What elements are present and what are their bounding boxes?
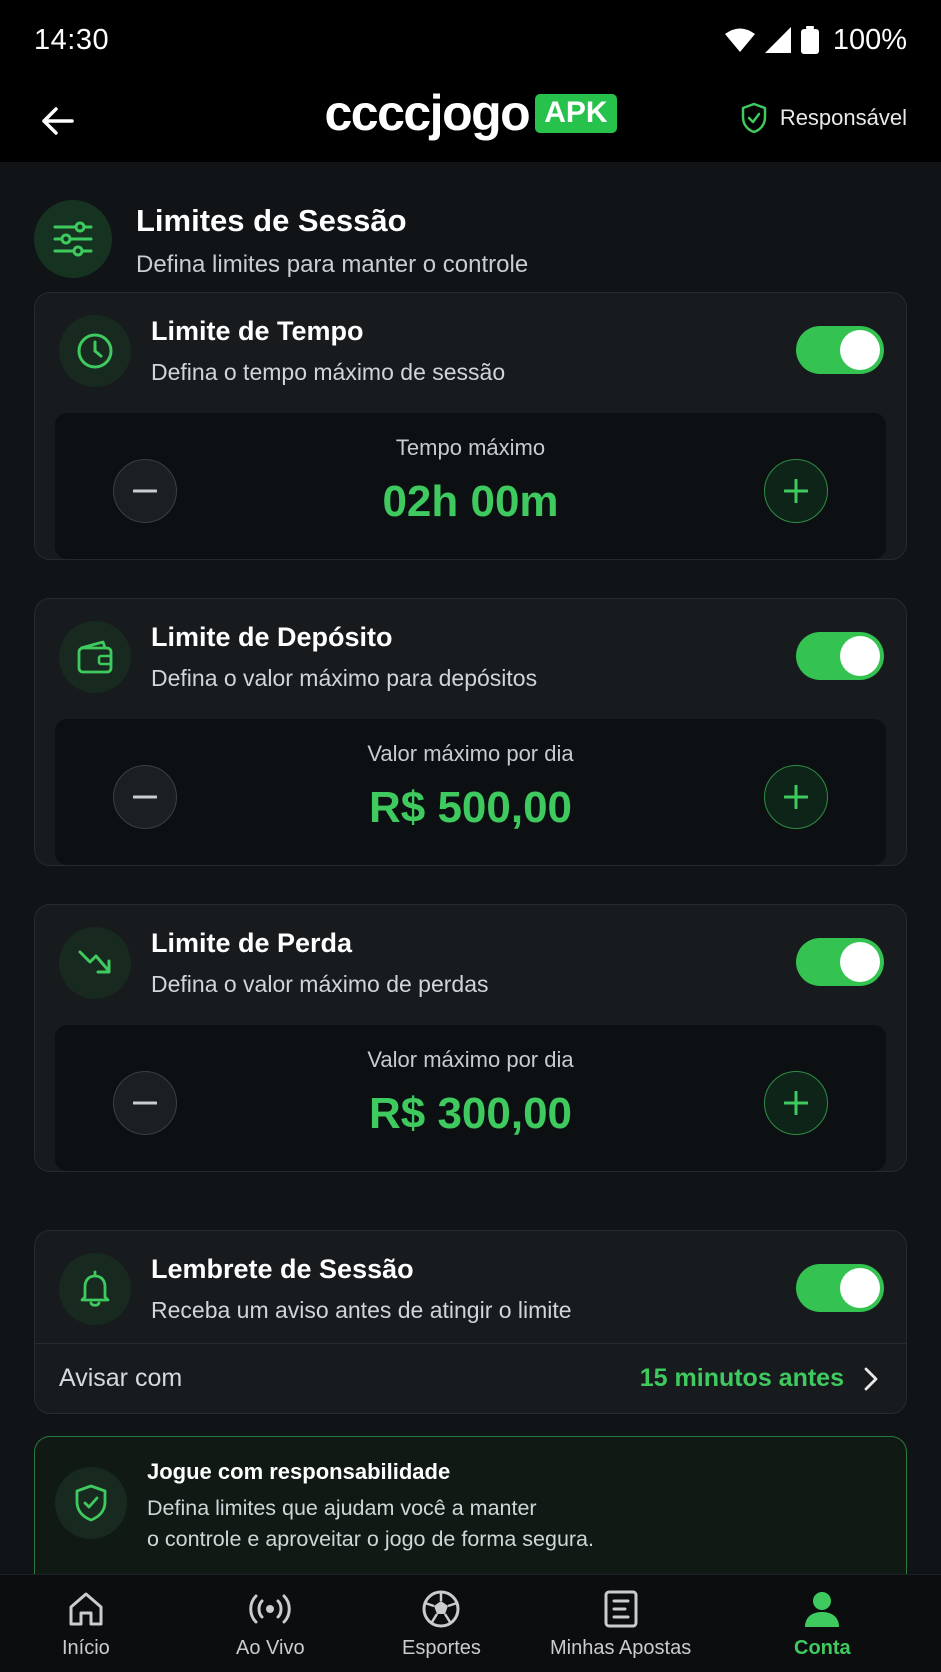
live-icon bbox=[249, 1594, 292, 1624]
deposit-limit-stepper: Valor máximo por dia R$ 500,00 bbox=[55, 719, 886, 865]
loss-limit-icon-wrap bbox=[59, 927, 131, 999]
brand-name: ccccjogo bbox=[324, 85, 530, 141]
minus-icon bbox=[133, 795, 157, 799]
info-line-2: o controle e aproveitar o jogo de forma … bbox=[147, 1527, 594, 1551]
user-icon bbox=[805, 1592, 840, 1627]
loss-limit-title: Limite de Perda bbox=[151, 928, 353, 958]
loss-limit-decrease-button[interactable] bbox=[113, 1071, 177, 1135]
bet-slip-icon bbox=[604, 1590, 638, 1628]
nav-home-label: Início bbox=[62, 1637, 110, 1659]
info-line-1: Defina limites que ajudam você a manter bbox=[147, 1496, 537, 1520]
shield-check-icon bbox=[741, 102, 767, 134]
wifi-icon bbox=[724, 28, 755, 52]
deposit-limit-subtitle: Defina o valor máximo para depósitos bbox=[151, 665, 538, 691]
deposit-limit-toggle[interactable] bbox=[796, 632, 884, 680]
time-limit-subtitle: Defina o tempo máximo de sessão bbox=[151, 359, 506, 385]
info-title: Jogue com responsabilidade bbox=[147, 1459, 451, 1484]
app-header: ccccjogo APK Responsável bbox=[0, 80, 941, 162]
nav-account[interactable]: Conta bbox=[794, 1589, 851, 1660]
info-body: Defina limites que ajudam você a manter … bbox=[147, 1493, 847, 1555]
time-limit-value: 02h 00m bbox=[382, 477, 559, 526]
nav-account-label: Conta bbox=[794, 1637, 851, 1659]
plus-icon bbox=[784, 1091, 808, 1115]
deposit-limit-title: Limite de Depósito bbox=[151, 622, 393, 652]
arrow-left-icon bbox=[42, 107, 74, 135]
status-bar: 14:30 100% bbox=[0, 0, 941, 80]
battery-level: 100% bbox=[832, 23, 907, 56]
home-icon bbox=[69, 1592, 103, 1626]
bell-icon bbox=[80, 1270, 110, 1307]
time-limit-icon-wrap bbox=[59, 315, 131, 387]
loss-limit-stepper-label: Valor máximo por dia bbox=[367, 1047, 574, 1072]
status-time: 14:30 bbox=[34, 23, 110, 56]
reminder-row-value: 15 minutos antes bbox=[639, 1364, 844, 1392]
trending-down-icon bbox=[78, 950, 111, 974]
minus-icon bbox=[133, 1101, 157, 1105]
reminder-toggle[interactable] bbox=[796, 1264, 884, 1312]
deposit-limit-card: Limite de Depósito Defina o valor máximo… bbox=[34, 598, 907, 866]
brand-badge: APK bbox=[535, 93, 617, 133]
responsible-info-card: Jogue com responsabilidade Defina limite… bbox=[34, 1436, 907, 1574]
nav-home[interactable]: Início bbox=[62, 1589, 110, 1660]
section-icon-wrap bbox=[34, 200, 112, 278]
time-limit-card: Limite de Tempo Defina o tempo máximo de… bbox=[34, 292, 907, 560]
minus-icon bbox=[133, 489, 157, 493]
time-limit-title: Limite de Tempo bbox=[151, 316, 364, 346]
time-limit-toggle[interactable] bbox=[796, 326, 884, 374]
deposit-limit-decrease-button[interactable] bbox=[113, 765, 177, 829]
time-limit-decrease-button[interactable] bbox=[113, 459, 177, 523]
loss-limit-toggle[interactable] bbox=[796, 938, 884, 986]
bottom-nav: Início Ao Vivo Esportes Minhas Apostas C… bbox=[0, 1574, 941, 1672]
deposit-limit-stepper-label: Valor máximo por dia bbox=[367, 741, 574, 766]
deposit-limit-icon-wrap bbox=[59, 621, 131, 693]
time-limit-increase-button[interactable] bbox=[764, 459, 828, 523]
time-limit-stepper-label: Tempo máximo bbox=[395, 435, 546, 460]
nav-sports[interactable]: Esportes bbox=[402, 1589, 481, 1660]
nav-my-bets[interactable]: Minhas Apostas bbox=[550, 1589, 691, 1660]
info-icon-wrap bbox=[55, 1467, 127, 1539]
plus-icon bbox=[784, 479, 808, 503]
section-header: Limites de Sessão Defina limites para ma… bbox=[34, 200, 528, 279]
nav-sports-label: Esportes bbox=[402, 1637, 481, 1659]
shield-icon bbox=[75, 1484, 107, 1522]
session-reminder-card: Lembrete de Sessão Receba um aviso antes… bbox=[34, 1230, 907, 1414]
reminder-row-label: Avisar com bbox=[59, 1364, 183, 1392]
reminder-time-selector[interactable]: Avisar com 15 minutos antes bbox=[35, 1343, 906, 1413]
sliders-icon bbox=[53, 221, 93, 257]
loss-limit-stepper: Valor máximo por dia R$ 300,00 bbox=[55, 1025, 886, 1171]
loss-limit-value: R$ 300,00 bbox=[368, 1089, 573, 1138]
reminder-title: Lembrete de Sessão bbox=[151, 1254, 414, 1284]
page-subtitle: Defina limites para manter o controle bbox=[136, 251, 529, 278]
deposit-limit-increase-button[interactable] bbox=[764, 765, 828, 829]
nav-my-bets-label: Minhas Apostas bbox=[550, 1637, 692, 1659]
responsible-gaming-link[interactable]: Responsável bbox=[740, 102, 907, 134]
wallet-icon bbox=[77, 640, 113, 674]
nav-live[interactable]: Ao Vivo bbox=[236, 1589, 305, 1660]
reminder-subtitle: Receba um aviso antes de atingir o limit… bbox=[151, 1297, 572, 1323]
status-icons: 100% bbox=[724, 23, 907, 57]
brand-logo: ccccjogo APK bbox=[321, 88, 621, 138]
battery-icon bbox=[800, 26, 819, 54]
reminder-icon-wrap bbox=[59, 1253, 131, 1325]
loss-limit-increase-button[interactable] bbox=[764, 1071, 828, 1135]
plus-icon bbox=[784, 785, 808, 809]
chevron-right-icon bbox=[864, 1367, 878, 1390]
loss-limit-card: Limite de Perda Defina o valor máximo de… bbox=[34, 904, 907, 1172]
deposit-limit-value: R$ 500,00 bbox=[368, 783, 573, 832]
page-title: Limites de Sessão bbox=[136, 203, 407, 238]
back-button[interactable] bbox=[34, 98, 80, 144]
responsible-label: Responsável bbox=[779, 105, 907, 130]
signal-icon bbox=[764, 27, 791, 53]
loss-limit-subtitle: Defina o valor máximo de perdas bbox=[151, 971, 489, 997]
time-limit-stepper: Tempo máximo 02h 00m bbox=[55, 413, 886, 559]
soccer-ball-icon bbox=[422, 1590, 460, 1628]
clock-icon bbox=[77, 333, 113, 369]
main-content[interactable]: Limites de Sessão Defina limites para ma… bbox=[0, 162, 941, 1574]
nav-live-label: Ao Vivo bbox=[236, 1637, 305, 1659]
